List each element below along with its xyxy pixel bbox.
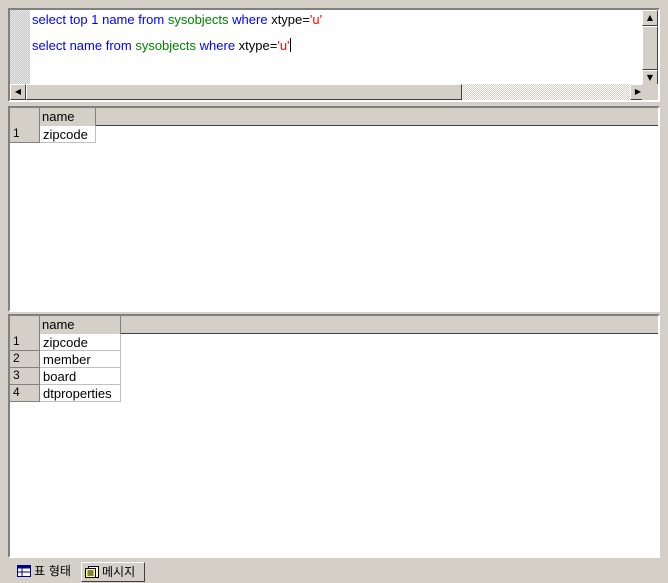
- row-number[interactable]: 1: [10, 334, 40, 351]
- results-tab-strip: 표 형태 메시지: [0, 560, 668, 583]
- sql-keywords: select name from: [32, 38, 136, 53]
- sql-string: 'u': [309, 12, 323, 27]
- sql-object: sysobjects: [135, 38, 197, 53]
- grid-header: name: [10, 316, 658, 334]
- text-caret: [289, 38, 291, 52]
- row-number[interactable]: 2: [10, 351, 40, 368]
- editor-gutter: [10, 10, 30, 86]
- sql-operator: =: [302, 12, 310, 27]
- row-number[interactable]: 4: [10, 385, 40, 402]
- sql-column: xtype: [271, 12, 303, 27]
- grid-cell[interactable]: dtproperties: [40, 385, 121, 402]
- grid-cell[interactable]: member: [40, 351, 121, 368]
- column-header-name[interactable]: name: [40, 108, 96, 126]
- horizontal-scroll-thumb[interactable]: [26, 84, 462, 100]
- row-number[interactable]: 1: [10, 126, 40, 143]
- sql-keywords: select top 1 name from: [32, 12, 168, 27]
- sql-string: 'u': [277, 38, 290, 53]
- editor-vertical-scrollbar[interactable]: ▲ ▼: [642, 10, 658, 86]
- grid-cell[interactable]: zipcode: [40, 126, 96, 143]
- query-line-1[interactable]: select top 1 name from sysobjects where …: [32, 12, 322, 27]
- results-grid-2[interactable]: name 1 zipcode 2 member 3 board 4 dtprop…: [8, 314, 660, 558]
- query-editor[interactable]: select top 1 name from sysobjects where …: [8, 8, 660, 102]
- row-header-corner: [10, 108, 40, 126]
- document-icon: [85, 566, 99, 578]
- arrow-up-icon[interactable]: ▲: [642, 10, 658, 26]
- scrollbar-corner: [642, 84, 658, 100]
- row-header-corner: [10, 316, 40, 334]
- grid-cell[interactable]: zipcode: [40, 334, 121, 351]
- sql-keyword-where: where: [196, 38, 239, 53]
- tab-messages-label: 메시지: [102, 565, 136, 579]
- table-icon: [17, 565, 31, 577]
- row-number[interactable]: 3: [10, 368, 40, 385]
- arrow-left-icon[interactable]: ◀: [10, 84, 26, 100]
- tab-messages[interactable]: 메시지: [81, 562, 145, 582]
- grid-header: name: [10, 108, 658, 126]
- tab-grids[interactable]: 표 형태: [14, 562, 80, 582]
- tab-grids-label: 표 형태: [34, 564, 71, 578]
- column-header-name[interactable]: name: [40, 316, 121, 334]
- query-line-2[interactable]: select name from sysobjects where xtype=…: [32, 38, 291, 53]
- sql-keyword-where: where: [228, 12, 272, 27]
- sql-object: sysobjects: [167, 12, 229, 27]
- sql-column: xtype: [238, 38, 270, 53]
- editor-horizontal-scrollbar[interactable]: ◀ ▶: [10, 84, 646, 100]
- vertical-scroll-thumb[interactable]: [642, 26, 658, 70]
- results-grid-1[interactable]: name 1 zipcode: [8, 106, 660, 312]
- grid-cell[interactable]: board: [40, 368, 121, 385]
